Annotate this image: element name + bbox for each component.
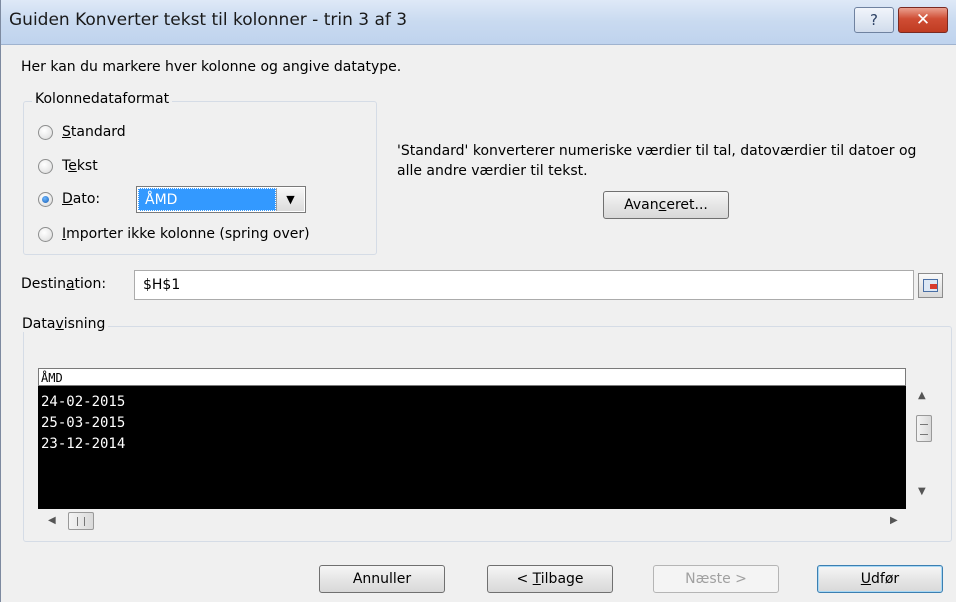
preview-row: 23-12-2014 <box>41 436 126 452</box>
radio-button[interactable] <box>38 158 53 174</box>
destination-input[interactable]: $H$1 <box>134 270 914 300</box>
vertical-scroll-thumb[interactable] <box>916 415 932 442</box>
data-preview-legend: Datavisning <box>19 316 109 332</box>
radio-text-label: Tekst <box>62 158 98 174</box>
radio-text[interactable]: Tekst <box>38 158 98 174</box>
scroll-right-icon[interactable]: ▶ <box>890 515 898 526</box>
column-format-legend: Kolonnedataformat <box>32 91 173 107</box>
scroll-left-icon[interactable]: ◀ <box>48 515 56 526</box>
question-mark-icon: ? <box>870 11 878 29</box>
radio-standard[interactable]: Standard <box>38 124 126 140</box>
preview-column-header[interactable]: ÅMD <box>38 368 906 386</box>
radio-standard-label: Standard <box>62 124 126 140</box>
destination-label: Destination: <box>21 276 107 292</box>
radio-button-checked[interactable] <box>38 191 53 207</box>
date-format-select[interactable]: ÅMD ▼ <box>136 186 306 213</box>
date-format-value: ÅMD <box>138 188 276 211</box>
grip-icon <box>77 517 85 526</box>
advanced-button[interactable]: Avanceret... <box>603 191 729 219</box>
collapse-dialog-button[interactable] <box>918 273 943 298</box>
scroll-up-icon[interactable]: ▲ <box>918 390 926 401</box>
radio-button[interactable] <box>38 124 53 140</box>
next-button[interactable]: Næste > <box>653 565 779 593</box>
text-to-columns-dialog: Guiden Konverter tekst til kolonner - tr… <box>0 0 956 602</box>
title-bar: Guiden Konverter tekst til kolonner - tr… <box>1 0 956 45</box>
chevron-down-icon[interactable]: ▼ <box>276 188 304 211</box>
vertical-scrollbar[interactable]: ▲ ▼ <box>909 386 937 509</box>
format-description: 'Standard' konverterer numeriske værdier… <box>397 143 917 179</box>
preview-row: 25-03-2015 <box>41 415 126 431</box>
horizontal-scroll-thumb[interactable] <box>68 512 94 530</box>
radio-date-label: Dato: <box>62 191 101 207</box>
radio-skip-column[interactable]: Importer ikke kolonne (spring over) <box>38 226 310 242</box>
preview-data-area[interactable]: 24-02-2015 25-03-2015 23-12-2014 <box>38 386 906 509</box>
window-title: Guiden Konverter tekst til kolonner - tr… <box>9 10 408 30</box>
intro-text: Her kan du markere hver kolonne og angiv… <box>21 59 402 75</box>
radio-button[interactable] <box>38 226 53 242</box>
radio-date[interactable]: Dato: <box>38 191 100 207</box>
scroll-down-icon[interactable]: ▼ <box>918 486 926 497</box>
cancel-button[interactable]: Annuller <box>319 565 445 593</box>
help-button[interactable]: ? <box>854 7 894 33</box>
range-select-icon <box>923 279 938 292</box>
close-button[interactable]: ✕ <box>898 7 948 33</box>
close-icon: ✕ <box>915 10 931 30</box>
back-button[interactable]: < Tilbage <box>487 565 613 593</box>
horizontal-scrollbar[interactable]: ◀ ▶ <box>38 511 906 531</box>
preview-row: 24-02-2015 <box>41 394 126 410</box>
grip-icon <box>920 424 928 435</box>
finish-button[interactable]: Udfør <box>817 565 943 593</box>
radio-skip-column-label: Importer ikke kolonne (spring over) <box>62 226 310 242</box>
